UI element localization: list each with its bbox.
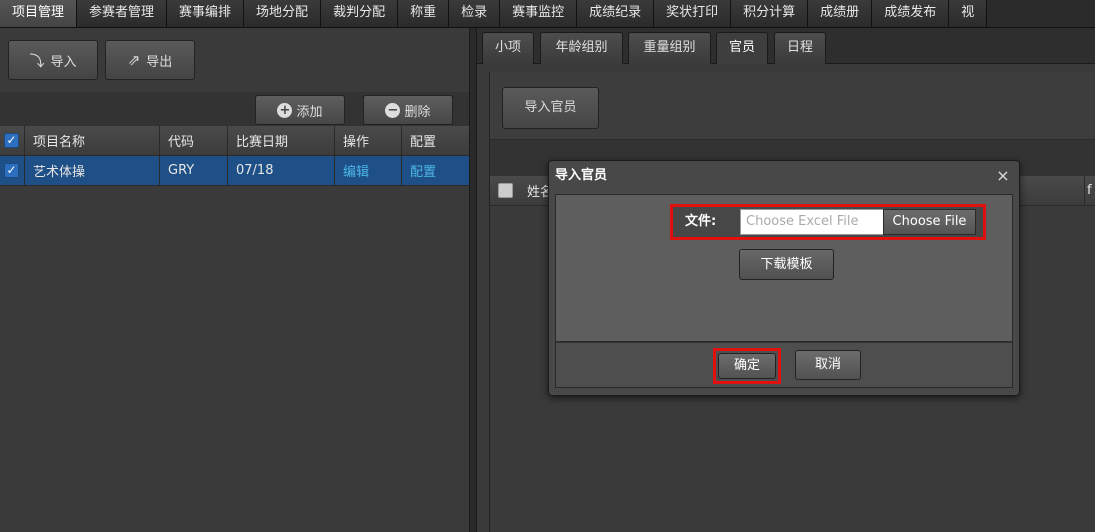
- tab-officials[interactable]: 官员: [716, 32, 768, 64]
- grid-toolbar: + 添加 − 删除: [0, 92, 469, 126]
- ok-button[interactable]: 确定: [718, 353, 776, 379]
- minus-circle-icon: −: [385, 102, 401, 118]
- menu-item-referee-allocation[interactable]: 裁判分配: [321, 0, 399, 27]
- menu-item-score-book[interactable]: 成绩册: [808, 0, 873, 27]
- config-link[interactable]: 配置: [402, 156, 469, 185]
- edit-link[interactable]: 编辑: [335, 156, 402, 185]
- menu-item-venue-allocation[interactable]: 场地分配: [244, 0, 322, 27]
- officials-select-all-checkbox[interactable]: [498, 183, 513, 198]
- cell-date: 07/18: [228, 156, 335, 185]
- column-header-truncated[interactable]: f: [1084, 176, 1095, 206]
- panel-splitter[interactable]: [469, 28, 477, 532]
- right-tab-bar: 小项 年龄组别 重量组别 官员 日程: [477, 28, 1095, 64]
- export-icon: ⇗: [127, 51, 141, 69]
- delete-button[interactable]: − 删除: [363, 95, 453, 125]
- top-menu: 项目管理 参赛者管理 赛事编排 场地分配 裁判分配 称重 检录 赛事监控 成绩纪…: [0, 0, 1095, 28]
- table-row[interactable]: ✓ 艺术体操 GRY 07/18 编辑 配置: [0, 156, 469, 186]
- menu-item-points-calculation[interactable]: 积分计算: [731, 0, 809, 27]
- add-button-label: 添加: [296, 104, 323, 120]
- dialog-body: 文件: Choose Excel File Choose File 下载模板: [555, 194, 1013, 342]
- import-officials-button[interactable]: 导入官员: [502, 87, 599, 129]
- plus-circle-icon: +: [277, 102, 293, 118]
- close-icon[interactable]: ×: [995, 167, 1011, 185]
- tab-sub-events[interactable]: 小项: [482, 32, 534, 64]
- column-header-date[interactable]: 比赛日期: [228, 126, 335, 155]
- import-button-label: 导入: [50, 54, 77, 70]
- row-checkbox[interactable]: ✓: [4, 163, 19, 178]
- menu-item-weighing[interactable]: 称重: [398, 0, 450, 27]
- column-header-config[interactable]: 配置: [402, 126, 469, 155]
- menu-item-event-monitoring[interactable]: 赛事监控: [500, 0, 578, 27]
- menu-item-schedule-arrangement[interactable]: 赛事编排: [167, 0, 245, 27]
- import-officials-dialog: 导入官员 × 文件: Choose Excel File Choose File…: [548, 160, 1020, 396]
- menu-item-certificate-printing[interactable]: 奖状打印: [654, 0, 732, 27]
- cell-code: GRY: [160, 156, 228, 185]
- left-panel: ⤵ 导入 ⇗ 导出 + 添加 − 删除 ✓ 项目名称 代码 比赛日期 操作 配置…: [0, 28, 469, 532]
- menu-item-score-records[interactable]: 成绩纪录: [577, 0, 655, 27]
- tab-weight-groups[interactable]: 重量组别: [628, 32, 711, 64]
- menu-item-participant-management[interactable]: 参赛者管理: [77, 0, 168, 27]
- tab-age-groups[interactable]: 年龄组别: [540, 32, 623, 64]
- column-header-name[interactable]: 项目名称: [25, 126, 160, 155]
- menu-item-score-publishing[interactable]: 成绩发布: [872, 0, 950, 27]
- menu-item-check-in[interactable]: 检录: [449, 0, 501, 27]
- project-grid: ✓ 项目名称 代码 比赛日期 操作 配置 ✓ 艺术体操 GRY 07/18 编辑…: [0, 126, 469, 186]
- row-select-cell: ✓: [0, 156, 25, 185]
- add-button[interactable]: + 添加: [255, 95, 345, 125]
- ok-highlight: 确定: [713, 348, 781, 384]
- delete-button-label: 删除: [404, 104, 431, 120]
- import-icon: ⤵: [29, 51, 45, 70]
- menu-item-project-management[interactable]: 项目管理: [0, 0, 78, 27]
- select-all-checkbox[interactable]: ✓: [4, 133, 19, 148]
- export-button[interactable]: ⇗ 导出: [105, 40, 195, 80]
- import-button[interactable]: ⤵ 导入: [8, 40, 98, 80]
- cell-name: 艺术体操: [25, 156, 160, 185]
- column-header-action[interactable]: 操作: [335, 126, 402, 155]
- select-all-cell: ✓: [0, 126, 25, 155]
- menu-item-truncated[interactable]: 视: [949, 0, 988, 27]
- column-header-code[interactable]: 代码: [160, 126, 228, 155]
- officials-toolbar: 导入官员: [490, 72, 1095, 140]
- choose-file-button[interactable]: Choose File: [883, 209, 976, 235]
- dialog-footer: 确定 取消: [555, 342, 1013, 388]
- cancel-button[interactable]: 取消: [795, 350, 861, 380]
- file-label: 文件:: [685, 214, 717, 229]
- download-template-button[interactable]: 下载模板: [739, 249, 834, 280]
- export-button-label: 导出: [146, 54, 173, 70]
- dialog-title: 导入官员: [555, 168, 608, 183]
- tab-schedule[interactable]: 日程: [774, 32, 826, 64]
- grid-header: ✓ 项目名称 代码 比赛日期 操作 配置: [0, 126, 469, 156]
- file-path-input[interactable]: Choose Excel File: [740, 209, 883, 235]
- file-picker-row: 文件: Choose Excel File Choose File: [670, 204, 986, 240]
